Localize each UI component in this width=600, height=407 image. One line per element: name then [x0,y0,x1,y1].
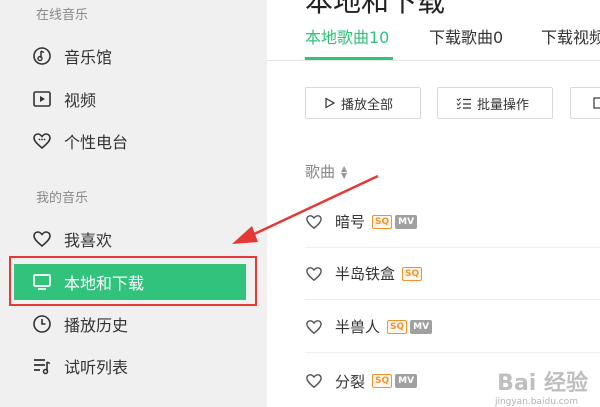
more-actions-button[interactable] [570,87,600,119]
radio-heart-icon [32,131,52,151]
sq-badge: SQ [372,374,393,388]
page-title: 本地和下载 [305,0,446,18]
tab-downloaded-songs[interactable]: 下载歌曲0 [429,24,503,48]
mv-badge[interactable]: MV [395,374,418,388]
sidebar-item-label: 视频 [64,91,97,110]
sidebar-item-radio[interactable]: 个性电台 [14,124,246,158]
play-icon [324,97,336,109]
section-title-online: 在线音乐 [36,8,89,23]
import-icon [593,97,600,109]
song-title[interactable]: 分裂 [335,371,365,392]
heart-icon[interactable] [305,373,323,389]
sq-badge: SQ [387,319,408,334]
sidebar-item-label: 音乐馆 [64,48,113,67]
song-title[interactable]: 半兽人 [335,316,380,337]
heart-icon[interactable] [305,266,323,282]
heart-icon[interactable] [305,214,323,230]
music-hall-icon [32,46,52,66]
tab-divider [267,60,600,61]
sidebar-item-label: 我喜欢 [64,231,113,250]
sidebar-item-favorites[interactable]: 我喜欢 [14,222,246,256]
song-title[interactable]: 暗号 [335,211,365,232]
play-all-label: 播放全部 [341,97,394,113]
clock-icon [32,314,52,334]
section-title-mine: 我的音乐 [36,191,89,206]
video-icon [32,89,52,109]
playlist-icon [32,356,52,376]
sidebar-item-history[interactable]: 播放历史 [14,307,246,341]
watermark-logo: Bai 经验 [497,371,588,396]
column-header-song[interactable]: 歌曲 ▲ ▼ [305,161,347,182]
sq-badge: SQ [372,214,393,229]
sidebar-item-video[interactable]: 视频 [14,82,246,116]
batch-label: 批量操作 [477,97,530,113]
watermark-url: jingyan.baidu.com [494,397,578,407]
sidebar-item-music-hall[interactable]: 音乐馆 [14,39,246,73]
heart-icon [32,229,52,249]
highlight-box [9,256,257,306]
sort-icon: ▲ ▼ [341,163,348,180]
song-title[interactable]: 半岛铁盒 [335,263,395,284]
column-header-label: 歌曲 [305,163,336,181]
play-all-button[interactable]: 播放全部 [305,87,421,119]
batch-operation-button[interactable]: 批量操作 [437,87,553,119]
table-row[interactable]: 暗号 SQ MV [305,196,600,248]
table-row[interactable]: 半兽人 SQ MV [305,301,600,353]
sq-badge: SQ [402,266,423,281]
sidebar: 在线音乐 音乐馆 视频 个性电台 我的音乐 我喜欢 本地和下载 播放历史 试听列… [0,0,267,407]
sidebar-item-playlist[interactable]: 试听列表 [14,349,246,383]
sidebar-item-label: 播放历史 [64,316,129,335]
table-row[interactable]: 半岛铁盒 SQ [305,248,600,300]
tab-local-songs[interactable]: 本地歌曲10 [305,24,389,48]
tab-downloaded-videos[interactable]: 下载视频 [541,24,600,48]
main-panel: 本地和下载 本地歌曲10 下载歌曲0 下载视频 播放全部 批量操作 歌曲 ▲ ▼ … [267,0,600,407]
mv-badge[interactable]: MV [410,319,433,334]
sidebar-item-label: 试听列表 [64,358,129,377]
heart-icon[interactable] [305,319,323,335]
batch-list-icon [456,97,472,109]
mv-badge[interactable]: MV [395,214,418,229]
sidebar-item-label: 个性电台 [64,133,129,152]
